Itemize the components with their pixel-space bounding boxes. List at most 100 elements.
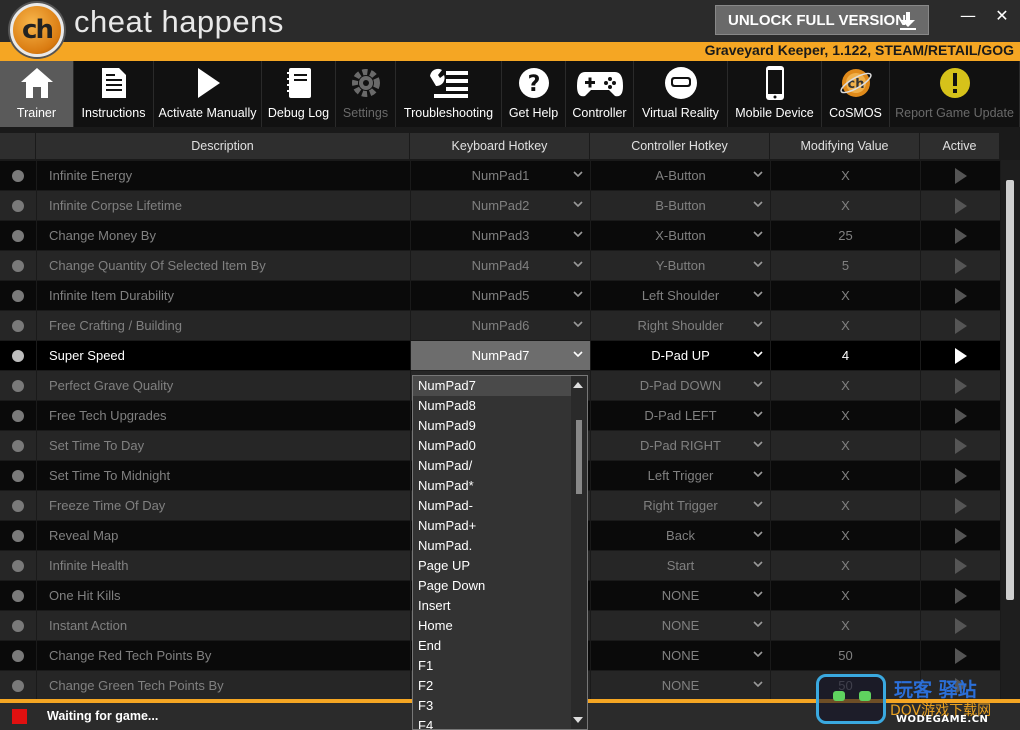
table-row[interactable]: Infinite Corpse Lifetime NumPad2 B-Button X <box>0 190 1000 220</box>
dropdown-option[interactable]: F2 <box>413 676 571 696</box>
toolbar-cosmos-button[interactable]: ch CoSMOS <box>822 61 890 127</box>
modifying-value-field[interactable]: X <box>770 281 920 310</box>
table-row[interactable]: Infinite Energy NumPad1 A-Button X <box>0 160 1000 190</box>
controller-hotkey-select[interactable]: D-Pad DOWN <box>590 371 770 400</box>
controller-hotkey-select[interactable]: Right Shoulder <box>590 311 770 340</box>
keyboard-hotkey-select[interactable]: NumPad4 <box>410 251 590 280</box>
table-row[interactable]: Free Crafting / Building NumPad6 Right Sho… <box>0 310 1000 340</box>
dropdown-option[interactable]: NumPad7 <box>413 376 571 396</box>
dropdown-option[interactable]: NumPad0 <box>413 436 571 456</box>
toolbar-virtual-reality-button[interactable]: Virtual Reality <box>634 61 728 127</box>
modifying-value-field[interactable]: 25 <box>770 221 920 250</box>
header-active[interactable]: Active <box>920 133 1000 159</box>
modifying-value-field[interactable]: 4 <box>770 341 920 370</box>
keyboard-hotkey-select[interactable]: NumPad6 <box>410 311 590 340</box>
activate-button[interactable] <box>920 281 1000 310</box>
keyboard-hotkey-select[interactable]: NumPad2 <box>410 191 590 220</box>
controller-hotkey-select[interactable]: Left Shoulder <box>590 281 770 310</box>
table-scrollbar[interactable] <box>1001 160 1020 700</box>
modifying-value-field[interactable]: X <box>770 401 920 430</box>
close-button[interactable]: ✕ <box>990 6 1014 26</box>
header-modifying-value[interactable]: Modifying Value <box>770 133 920 159</box>
activate-button[interactable] <box>920 341 1000 370</box>
activate-button[interactable] <box>920 491 1000 520</box>
modifying-value-field[interactable]: X <box>770 581 920 610</box>
modifying-value-field[interactable]: X <box>770 521 920 550</box>
activate-button[interactable] <box>920 611 1000 640</box>
modifying-value-field[interactable]: X <box>770 491 920 520</box>
activate-button[interactable] <box>920 431 1000 460</box>
dropdown-option[interactable]: F4 <box>413 716 571 729</box>
controller-hotkey-select[interactable]: NONE <box>590 641 770 670</box>
dropdown-option[interactable]: End <box>413 636 571 656</box>
dropdown-option[interactable]: NumPad. <box>413 536 571 556</box>
dropdown-option[interactable]: NumPad* <box>413 476 571 496</box>
modifying-value-field[interactable]: X <box>770 191 920 220</box>
activate-button[interactable] <box>920 551 1000 580</box>
activate-button[interactable] <box>920 371 1000 400</box>
modifying-value-field[interactable]: X <box>770 311 920 340</box>
controller-hotkey-select[interactable]: B-Button <box>590 191 770 220</box>
modifying-value-field[interactable]: X <box>770 551 920 580</box>
keyboard-hotkey-dropdown-list[interactable]: NumPad7 NumPad8 NumPad9 NumPad0 NumPad/NumPa… <box>412 375 588 730</box>
toolbar-instructions-button[interactable]: Instructions <box>74 61 154 127</box>
scroll-down-icon[interactable] <box>573 717 583 723</box>
scroll-up-icon[interactable] <box>573 382 583 388</box>
toolbar-get-help-button[interactable]: ? Get Help <box>502 61 566 127</box>
controller-hotkey-select[interactable]: NONE <box>590 581 770 610</box>
controller-hotkey-select[interactable]: X-Button <box>590 221 770 250</box>
keyboard-hotkey-select[interactable]: NumPad5 <box>410 281 590 310</box>
controller-hotkey-select[interactable]: D-Pad RIGHT <box>590 431 770 460</box>
minimize-button[interactable]: — <box>956 6 980 26</box>
dropdown-option[interactable]: Home <box>413 616 571 636</box>
dropdown-scrollbar-thumb[interactable] <box>576 420 582 494</box>
activate-button[interactable] <box>920 581 1000 610</box>
modifying-value-field[interactable]: 5 <box>770 251 920 280</box>
controller-hotkey-select[interactable]: Left Trigger <box>590 461 770 490</box>
dropdown-scrollbar[interactable] <box>571 376 587 729</box>
activate-button[interactable] <box>920 191 1000 220</box>
toolbar-mobile-device-button[interactable]: Mobile Device <box>728 61 822 127</box>
dropdown-option[interactable]: NumPad- <box>413 496 571 516</box>
dropdown-option[interactable]: NumPad+ <box>413 516 571 536</box>
table-scrollbar-thumb[interactable] <box>1006 180 1014 600</box>
keyboard-hotkey-select[interactable]: NumPad7 <box>410 341 590 370</box>
controller-hotkey-select[interactable]: Back <box>590 521 770 550</box>
table-row[interactable]: Change Quantity Of Selected Item By NumPa… <box>0 250 1000 280</box>
toolbar-activate-manually-button[interactable]: Activate Manually <box>154 61 262 127</box>
table-row[interactable]: Change Money By NumPad3 X-Button 25 <box>0 220 1000 250</box>
modifying-value-field[interactable]: X <box>770 461 920 490</box>
toolbar-controller-button[interactable]: Controller <box>566 61 634 127</box>
table-row[interactable]: Infinite Item Durability NumPad5 Left Shou… <box>0 280 1000 310</box>
keyboard-hotkey-select[interactable]: NumPad3 <box>410 221 590 250</box>
toolbar-troubleshooting-button[interactable]: Troubleshooting <box>396 61 502 127</box>
controller-hotkey-select[interactable]: Start <box>590 551 770 580</box>
controller-hotkey-select[interactable]: A-Button <box>590 161 770 190</box>
activate-button[interactable] <box>920 461 1000 490</box>
controller-hotkey-select[interactable]: D-Pad UP <box>590 341 770 370</box>
modifying-value-field[interactable]: X <box>770 431 920 460</box>
toolbar-debug-log-button[interactable]: Debug Log <box>262 61 336 127</box>
activate-button[interactable] <box>920 521 1000 550</box>
dropdown-option[interactable]: Page Down <box>413 576 571 596</box>
dropdown-option[interactable]: NumPad9 <box>413 416 571 436</box>
header-keyboard-hotkey[interactable]: Keyboard Hotkey <box>410 133 590 159</box>
unlock-full-version-button[interactable]: UNLOCK FULL VERSION <box>715 5 929 35</box>
controller-hotkey-select[interactable]: NONE <box>590 611 770 640</box>
controller-hotkey-select[interactable]: NONE <box>590 671 770 700</box>
activate-button[interactable] <box>920 641 1000 670</box>
modifying-value-field[interactable]: 50 <box>770 641 920 670</box>
controller-hotkey-select[interactable]: Right Trigger <box>590 491 770 520</box>
activate-button[interactable] <box>920 251 1000 280</box>
modifying-value-field[interactable]: X <box>770 611 920 640</box>
header-description[interactable]: Description <box>36 133 410 159</box>
modifying-value-field[interactable]: X <box>770 161 920 190</box>
activate-button[interactable] <box>920 311 1000 340</box>
dropdown-option[interactable]: NumPad8 <box>413 396 571 416</box>
controller-hotkey-select[interactable]: Y-Button <box>590 251 770 280</box>
dropdown-option[interactable]: Page UP <box>413 556 571 576</box>
activate-button[interactable] <box>920 401 1000 430</box>
activate-button[interactable] <box>920 221 1000 250</box>
toolbar-trainer-button[interactable]: Trainer <box>0 61 74 127</box>
toolbar-settings-button[interactable]: Settings <box>336 61 396 127</box>
